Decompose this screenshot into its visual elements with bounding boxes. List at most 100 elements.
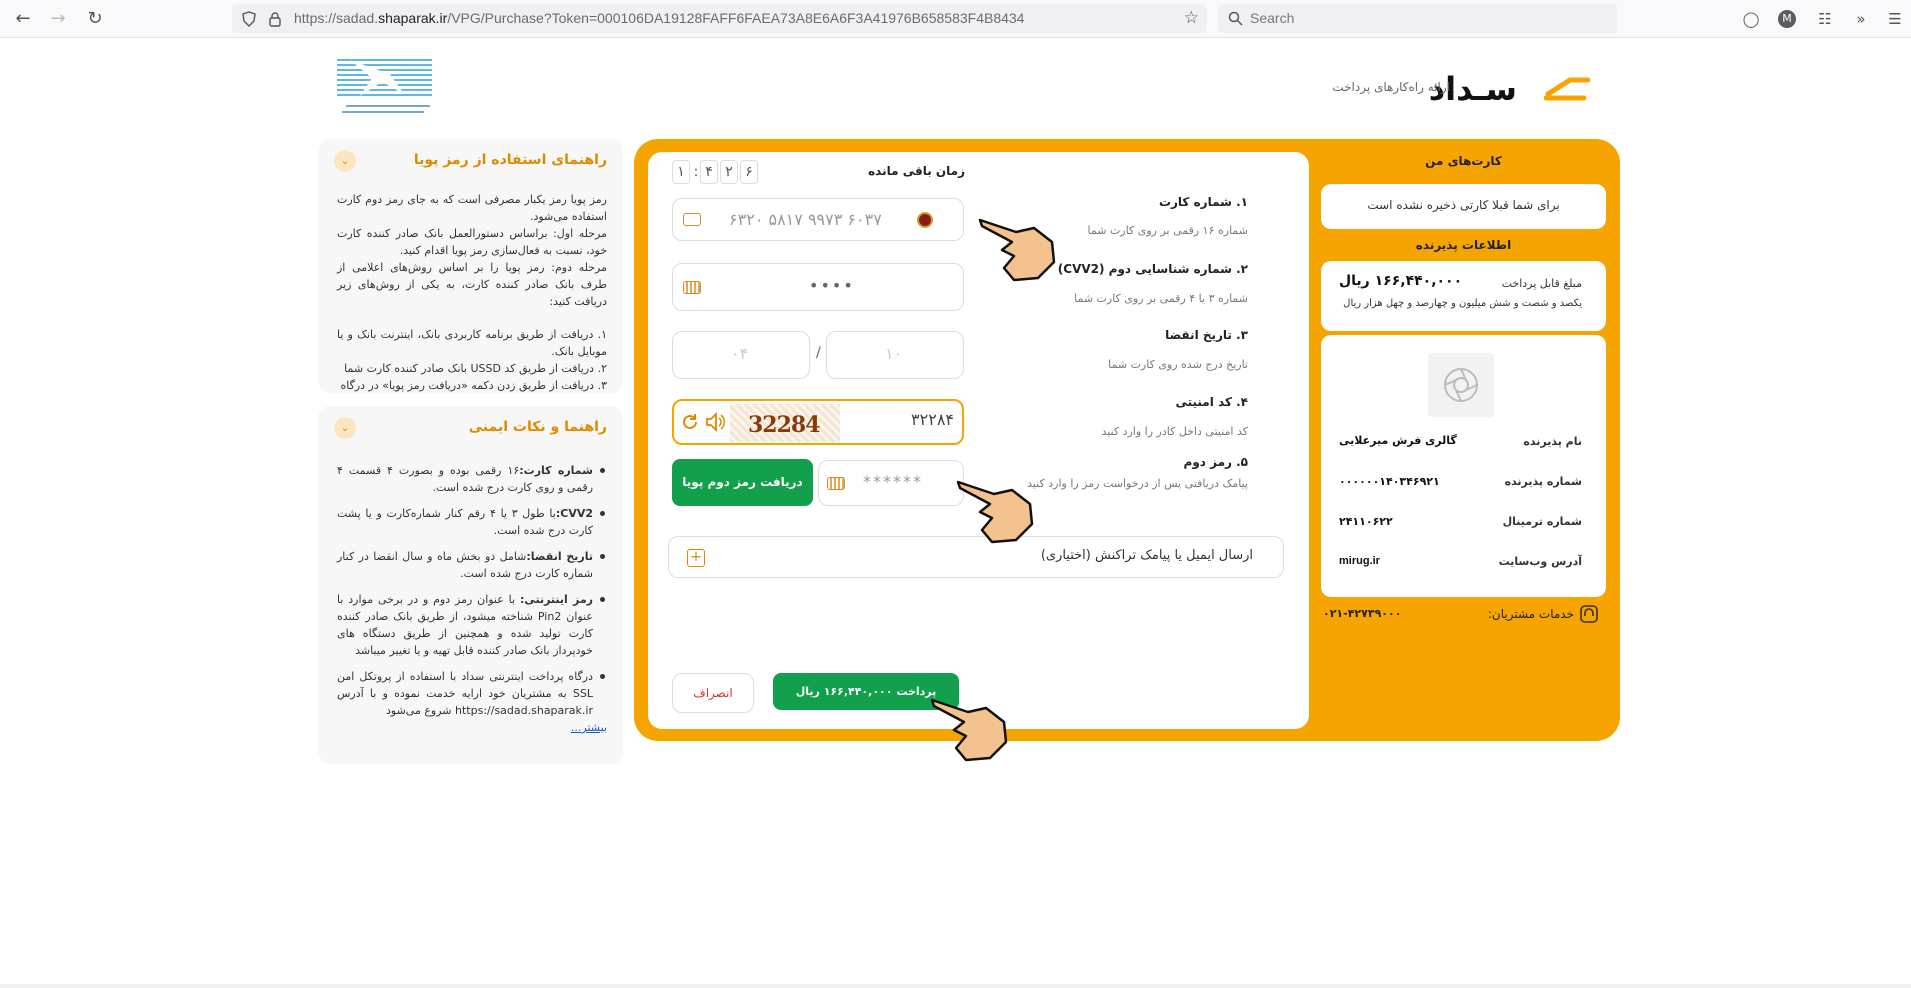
address-bar[interactable]: https://sadad.shaparak.ir/VPG/Purchase?T… [232,4,1207,33]
guide-body: رمز پویا رمز یکبار مصرفی است که به جای ر… [337,191,607,394]
website-value: mirug.ir [1339,555,1380,567]
merchant-sidebar: کارت‌های من برای شما قبلا کارتی ذخیره نش… [1321,152,1606,729]
sadad-logo: سـداد ارائه راه‌کارهای پرداخت [1332,70,1590,108]
merchant-number-label: شماره پذیرنده [1504,475,1582,488]
guide-paragraph: مرحله اول: براساس دستورالعمل بانک صادر ک… [337,227,607,257]
pointer-hand-icon [956,480,1034,544]
timer-digit: ۲ [720,160,738,184]
tip-item: تاریخ انقضا:شامل دو بخش ماه و سال انقضا … [337,548,607,582]
menu-icon[interactable]: ☰ [1884,8,1906,30]
pin2-value: ****** [863,472,923,491]
card-number-hint: شماره ۱۶ رقمی بر روی کارت شما [1087,224,1248,237]
saved-cards-box: برای شما قبلا کارتی ذخیره نشده است [1321,184,1606,229]
tip-item: درگاه پرداخت اینترنتی سداد با استفاده از… [337,668,607,719]
guide-list-item: ۳. دریافت از طریق زدن دکمه «دریافت رمز پ… [340,379,607,392]
expiry-label: ۳. تاریخ انقضا [1165,328,1248,342]
shield-icon[interactable] [241,11,257,27]
expiry-month-field[interactable]: ۱۰ [826,331,964,379]
guide-list-item: ۱. دریافت از طریق برنامه کاربردی بانک، ا… [337,328,607,358]
reload-icon[interactable]: ↻ [83,7,107,31]
pointer-hand-icon [978,218,1056,282]
cvv2-value: •••• [809,276,855,295]
terminal-label: شماره ترمینال [1502,515,1582,528]
page-bottom-border [0,984,1911,988]
expiry-hint: تاریخ درج شده روی کارت شما [1108,358,1248,371]
amount-box: مبلغ قابل پرداخت ۱۶۶,۴۴۰,۰۰۰ ریال یکصد و… [1321,261,1606,331]
sadad-mark-icon [1544,77,1590,101]
overflow-chevron-icon[interactable]: » [1850,8,1872,30]
account-avatar[interactable]: M [1778,10,1796,28]
merchant-info-title: اطلاعات پذیرنده [1415,238,1512,252]
refresh-captcha-icon[interactable] [680,412,700,432]
no-saved-cards-text: برای شما قبلا کارتی ذخیره نشده است [1367,198,1560,212]
pin2-label: ۵. رمز دوم [1183,455,1248,469]
timer-digit: ۱ [672,160,690,184]
captcha-hint: کد امنیتی داخل کادر را وارد کنید [1101,425,1248,438]
captcha-value: ۳۲۲۸۴ [911,410,954,429]
search-placeholder: Search [1250,10,1295,26]
terminal-value: ۲۴۱۱۰۶۲۲ [1339,515,1393,528]
expiry-year-field[interactable]: ۰۴ [672,331,810,379]
guide-list-item: ۲. دریافت از طریق کد USSD بانک صادر کنند… [344,362,607,375]
website-label: آدرس وب‌سایت [1498,555,1582,568]
captcha-image-text: 32284 [748,412,821,438]
amount-value: ۱۶۶,۴۴۰,۰۰۰ ریال [1339,273,1463,289]
expiry-separator: / [816,345,821,361]
captcha-label: ۴. کد امنیتی [1175,395,1248,409]
guide-paragraph: مرحله دوم: رمز پویا را بر اساس روش‌های ا… [337,261,607,308]
search-icon [1228,11,1243,26]
card-number-label: ۱. شماره کارت [1158,195,1248,209]
chevron-down-icon[interactable]: ⌄ [334,150,356,172]
tip-item: CVV2:با طول ۳ یا ۴ رقم کنار شماره‌کارت و… [337,505,607,539]
card-icon [683,213,701,226]
card-number-field[interactable]: ۶۰۳۷ ۹۹۷۳ ۵۸۱۷ ۶۳۲۰ [672,198,964,241]
expiry-month-value: ۱۰ [885,344,903,363]
merchant-logo-placeholder [1428,353,1494,417]
browser-toolbar: ← → ↻ https://sadad.shaparak.ir/VPG/Purc… [0,0,1911,38]
cvv2-label: ۲. شماره شناسایی دوم (CVV2) [1057,262,1248,276]
card-number-value: ۶۰۳۷ ۹۹۷۳ ۵۸۱۷ ۶۳۲۰ [729,210,882,229]
guide-body: شماره کارت:۱۶ رقمی بوده و بصورت ۴ قسمت ۴… [337,462,607,736]
guide-title: راهنمای استفاده از رمز پویا [413,152,607,168]
extensions-icon[interactable]: ☷ [1814,8,1836,30]
headset-icon [1580,605,1598,623]
email-sms-label: ارسال ایمیل یا پیامک تراکنش (اختیاری) [1040,548,1253,563]
merchant-name-value: گالری فرش میرعلایی [1339,434,1457,447]
bank-logo [337,59,432,113]
captcha-field[interactable]: 32284 ۳۲۲۸۴ [672,399,964,445]
keyboard-icon[interactable] [827,477,845,490]
merchant-details-box: نام پذیرنده گالری فرش میرعلایی شماره پذی… [1321,335,1606,597]
audio-captcha-icon[interactable] [704,411,726,433]
bank-badge-icon [917,212,933,228]
back-icon[interactable]: ← [11,7,35,31]
pocket-icon[interactable]: ◯ [1740,8,1762,30]
lock-icon[interactable] [268,11,282,27]
captcha-image: 32284 [730,404,840,442]
cvv2-field[interactable]: •••• [672,263,964,311]
camera-aperture-icon [1444,368,1478,402]
bookmark-star-icon[interactable]: ☆ [1184,8,1199,28]
cancel-button[interactable]: انصراف [672,673,754,713]
support-label: خدمات مشتریان: [1487,607,1574,621]
merchant-name-label: نام پذیرنده [1523,435,1582,448]
countdown-timer: ۱:۴۲۶ [672,160,760,184]
keyboard-icon[interactable] [683,281,701,294]
my-cards-title: کارت‌های من [1425,154,1502,168]
get-otp-button[interactable]: دریافت رمز دوم پویا [672,459,813,506]
more-link[interactable]: بیشتر... [337,719,607,736]
pin2-hint: پیامک دریافتی پس از درخواست رمز را وارد … [1027,477,1248,490]
forward-icon[interactable]: → [46,7,70,31]
guide-paragraph: رمز پویا رمز یکبار مصرفی است که به جای ر… [337,193,607,223]
timer-label: زمان باقی مانده [868,164,965,178]
expand-plus-icon[interactable]: + [687,549,705,567]
brand-subtitle: ارائه راه‌کارهای پرداخت [1332,80,1450,94]
pointer-hand-icon [930,698,1008,762]
url-text: https://sadad.shaparak.ir/VPG/Purchase?T… [294,10,1025,26]
chevron-down-icon[interactable]: ⌄ [334,417,356,439]
search-input[interactable]: Search [1218,4,1617,33]
pin2-field[interactable]: ****** [818,460,964,506]
cvv2-hint: شماره ۳ یا ۴ رقمی بر روی کارت شما [1074,292,1248,305]
amount-label: مبلغ قابل پرداخت [1501,277,1582,290]
guide-title: راهنما و نکات ایمنی [468,419,607,435]
tip-item: شماره کارت:۱۶ رقمی بوده و بصورت ۴ قسمت ۴… [337,462,607,496]
